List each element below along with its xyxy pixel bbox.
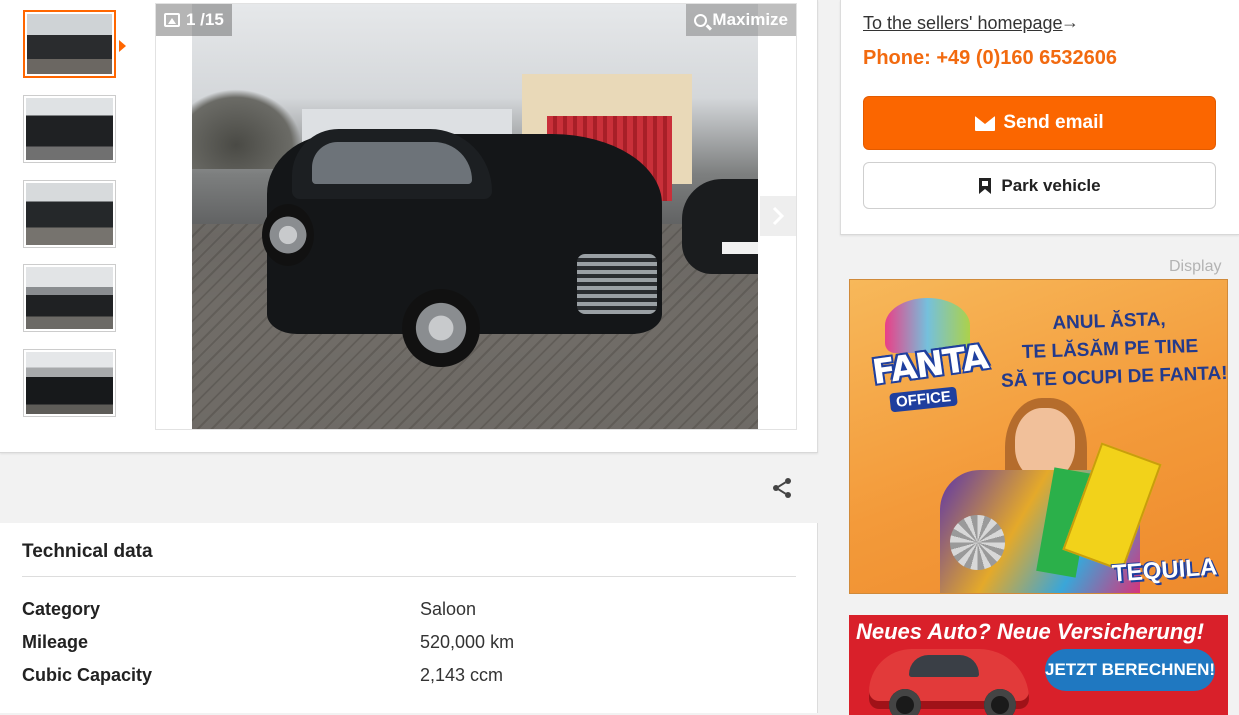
tech-row-label: Mileage xyxy=(22,632,89,652)
envelope-icon xyxy=(975,115,996,131)
ad-car-wheel xyxy=(889,689,921,715)
tech-row-label: Category xyxy=(22,599,101,619)
technical-data-card: Technical data Category Saloon Mileage 5… xyxy=(0,523,818,713)
send-email-button[interactable]: Send email xyxy=(863,96,1216,150)
thumbnail-2[interactable] xyxy=(23,95,116,163)
thumbnail-5[interactable] xyxy=(23,349,116,417)
thumbnail-3[interactable] xyxy=(23,180,116,248)
chevron-right-icon xyxy=(772,206,785,226)
ad-headline: ANUL ĂSTA, TE LĂSĂM PE TINE SĂ TE OCUPI … xyxy=(999,304,1227,396)
maximize-button[interactable]: Maximize xyxy=(686,4,796,36)
ad-headline: Neues Auto? Neue Versicherung! xyxy=(856,619,1204,644)
tech-row-category: Category Saloon xyxy=(22,599,796,623)
ad-flavor-label: TEQUILA xyxy=(1110,553,1218,588)
thumbnail-4[interactable] xyxy=(23,264,116,332)
insurance-ad-banner[interactable]: Neues Auto? Neue Versicherung! JETZT BER… xyxy=(849,615,1228,715)
photo-counter-text: 1 /15 xyxy=(186,10,224,29)
thumbnail-image xyxy=(26,352,113,414)
bookmark-icon xyxy=(979,177,992,194)
phone-number[interactable]: Phone: +49 (0)160 6532606 xyxy=(863,47,1117,70)
tech-row-value: 2,143 ccm xyxy=(420,665,504,685)
photo-second-car xyxy=(682,179,758,274)
photo-plate xyxy=(722,242,758,254)
photo-car-window xyxy=(312,142,472,184)
thumbnail-image xyxy=(26,98,113,160)
tech-row-mileage: Mileage 520,000 km xyxy=(22,632,796,656)
sellers-homepage-link[interactable]: To the sellers' homepage xyxy=(863,13,1063,34)
tech-row-cubic-capacity: Cubic Capacity 2,143 ccm xyxy=(22,665,796,689)
park-vehicle-button[interactable]: Park vehicle xyxy=(863,162,1216,209)
main-photo[interactable] xyxy=(192,4,758,429)
send-email-label: Send email xyxy=(1003,112,1104,133)
thumbnail-image xyxy=(26,267,113,329)
photo-counter: 1 /15 xyxy=(156,4,232,36)
display-ad-label: Display xyxy=(1169,258,1222,275)
active-thumbnail-indicator xyxy=(119,40,126,52)
tech-row-value: 520,000 km xyxy=(420,632,515,652)
photo-front-wheel xyxy=(402,289,480,367)
ad-car-window xyxy=(909,655,979,677)
seller-card: To the sellers' homepage → Phone: +49 (0… xyxy=(840,0,1239,235)
divider xyxy=(22,576,796,577)
maximize-label: Maximize xyxy=(712,10,788,29)
calculate-now-button[interactable]: JETZT BERECHNEN! xyxy=(1045,649,1215,691)
tech-row-label: Cubic Capacity xyxy=(22,665,153,685)
main-photo-frame[interactable]: 1 /15 Maximize xyxy=(155,3,797,430)
ad-logo-subtext: OFFICE xyxy=(889,386,958,413)
magnifier-icon xyxy=(694,13,708,27)
technical-data-title: Technical data xyxy=(22,541,153,562)
next-photo-button[interactable] xyxy=(760,196,796,236)
ad-car-wheel xyxy=(984,689,1016,715)
thumbnail-image xyxy=(27,14,112,74)
thumbnail-1[interactable] xyxy=(23,10,116,78)
photo-rear-wheel xyxy=(262,204,314,266)
fanta-ad-banner[interactable]: FANTA OFFICE ANUL ĂSTA, TE LĂSĂM PE TINE… xyxy=(849,279,1228,594)
share-icon[interactable] xyxy=(770,476,794,500)
arrow-right-icon: → xyxy=(1061,12,1079,32)
ad-disco-ball xyxy=(950,515,1005,570)
thumbnail-image xyxy=(26,183,113,245)
park-vehicle-label: Park vehicle xyxy=(1001,175,1101,195)
photo-car-grille xyxy=(577,254,657,314)
gallery-card: 1 /15 Maximize xyxy=(0,0,818,453)
image-icon xyxy=(164,13,180,27)
tech-row-value: Saloon xyxy=(420,599,477,619)
